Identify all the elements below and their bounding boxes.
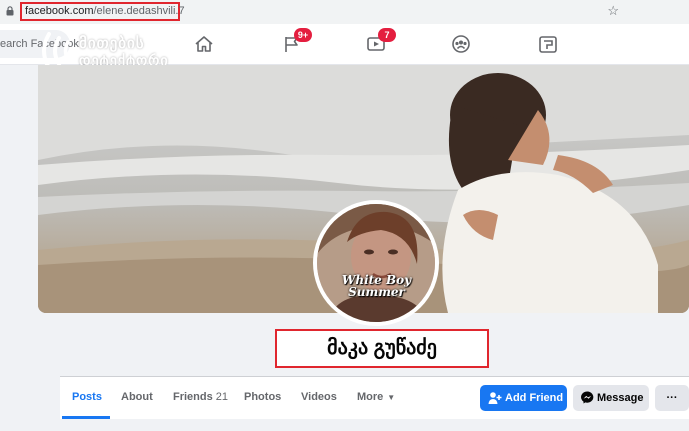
profile-avatar[interactable]: White Boy Summer	[313, 200, 439, 326]
groups-icon[interactable]	[450, 34, 472, 54]
add-friend-label: Add Friend	[505, 392, 564, 404]
notification-badge-watch: 7	[378, 28, 396, 42]
tab-videos-label: Videos	[301, 391, 337, 403]
notification-badge-pages: 9+	[294, 28, 312, 42]
url-domain: facebook.com	[25, 5, 94, 17]
tab-friends-label: Friends	[173, 391, 213, 403]
nav-watch[interactable]: 7	[366, 28, 396, 54]
avatar-overlay-text: White Boy Summer	[339, 274, 414, 298]
tab-photos-label: Photos	[244, 391, 282, 403]
tab-posts[interactable]: Posts	[72, 391, 102, 403]
messenger-icon	[581, 391, 594, 404]
gaming-icon[interactable]	[537, 34, 559, 54]
tab-friends[interactable]: Friends 21	[173, 391, 228, 403]
profile-name: მაკა გუწაძე	[327, 337, 437, 359]
active-tab-indicator	[62, 416, 110, 419]
nav-pages[interactable]: 9+	[282, 28, 312, 54]
tab-more[interactable]: More ▼	[357, 391, 395, 403]
watermark-line1: მითების	[79, 35, 145, 52]
tab-more-label: More	[357, 391, 384, 403]
bookmark-star-icon[interactable]: ☆	[607, 3, 619, 19]
tab-about-label: About	[121, 391, 153, 403]
url-text[interactable]: facebook.com/elene.dedashvili.7	[25, 5, 185, 17]
chevron-down-icon: ▼	[387, 392, 396, 402]
more-options-button[interactable]: ···	[655, 385, 689, 411]
message-label: Message	[597, 392, 644, 404]
tab-photos[interactable]: Photos	[244, 391, 281, 403]
browser-address-bar[interactable]: facebook.com/elene.dedashvili.7 ☆	[0, 0, 689, 25]
avatar-portrait	[317, 204, 435, 322]
add-friend-icon	[488, 392, 502, 404]
url-path: /elene.dedashvili.7	[93, 5, 185, 17]
tab-posts-label: Posts	[72, 391, 102, 403]
lock-icon	[6, 6, 14, 16]
tab-videos[interactable]: Videos	[301, 391, 337, 403]
avatar-text-line2: Summer	[348, 285, 405, 299]
add-friend-button[interactable]: Add Friend	[480, 385, 567, 411]
profile-tabs-bar: Posts About Friends 21 Photos Videos Mor…	[60, 376, 689, 419]
avatar-photo: White Boy Summer	[317, 204, 435, 322]
profile-name-highlight: მაკა გუწაძე	[275, 329, 489, 368]
message-button[interactable]: Message	[573, 385, 649, 411]
friends-count: 21	[215, 391, 229, 403]
tab-about[interactable]: About	[121, 391, 153, 403]
more-options-icon: ···	[666, 392, 678, 404]
